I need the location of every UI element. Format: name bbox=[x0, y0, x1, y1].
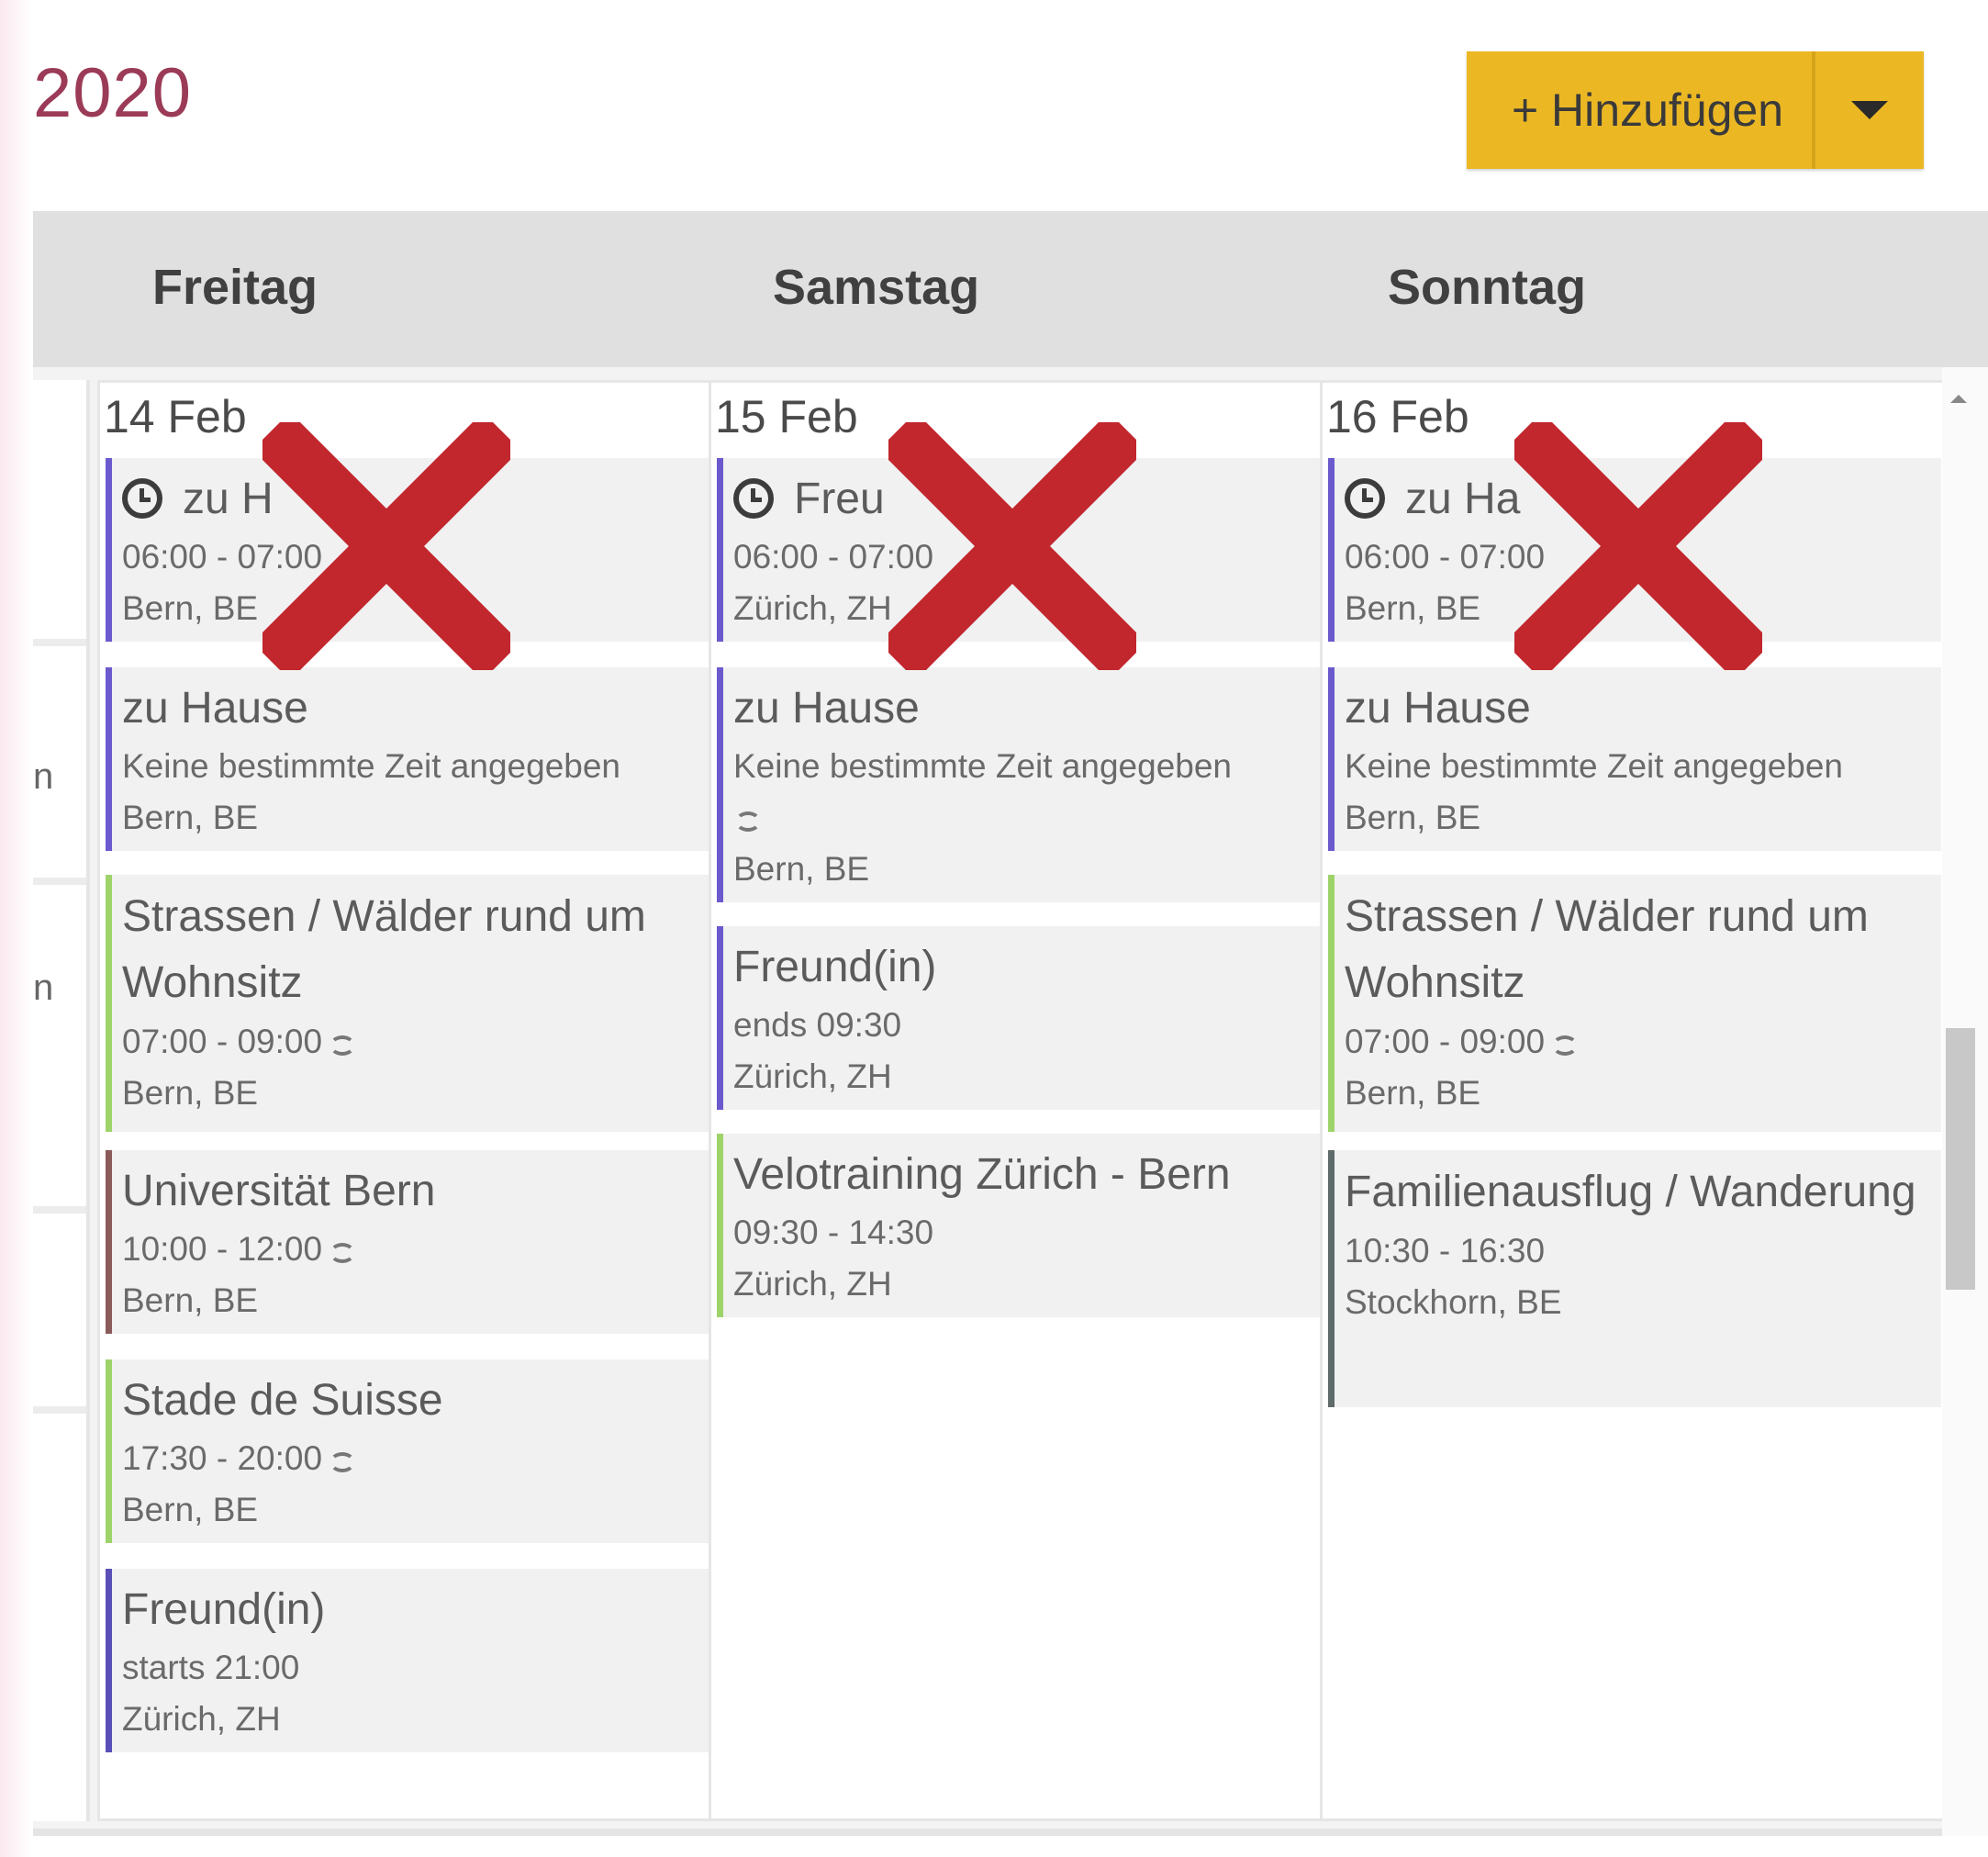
event-time: 09:30 - 14:30 bbox=[733, 1214, 934, 1251]
event-title: zu Hause bbox=[733, 684, 920, 733]
weekday-sunday: Sonntag bbox=[1388, 260, 1586, 315]
event-color-bar bbox=[106, 875, 112, 1132]
weekday-header-row: Freitag Samstag Sonntag bbox=[33, 211, 1988, 367]
event-time: ends 09:30 bbox=[733, 1006, 902, 1044]
event-color-bar bbox=[106, 1359, 112, 1543]
event-color-bar bbox=[717, 458, 723, 642]
stub-text: n bbox=[33, 756, 54, 797]
calendar-event[interactable]: Familienausflug / Wanderung 10:30 - 16:3… bbox=[1328, 1150, 1941, 1407]
event-place: Bern, BE bbox=[122, 1491, 259, 1528]
event-title: zu Hause bbox=[1345, 684, 1531, 733]
event-time: 07:00 - 09:00 bbox=[122, 1023, 323, 1060]
event-title: Familienausflug / Wanderung bbox=[1345, 1168, 1916, 1216]
caret-down-icon bbox=[1851, 101, 1888, 119]
thursday-column-partial: n n bbox=[33, 380, 90, 1821]
repeat-icon bbox=[735, 811, 761, 832]
repeat-icon bbox=[1552, 1035, 1579, 1056]
add-button-label[interactable]: + Hinzufügen bbox=[1467, 84, 1812, 137]
left-edge bbox=[0, 0, 33, 1857]
event-time: 10:30 - 16:30 bbox=[1345, 1232, 1546, 1270]
event-title: Stade de Suisse bbox=[122, 1376, 443, 1425]
weekday-friday: Freitag bbox=[152, 260, 318, 315]
calendar-event[interactable]: Freund(in) ends 09:30 Zürich, ZH bbox=[717, 926, 1330, 1110]
event-time: 17:30 - 20:00 bbox=[122, 1439, 323, 1477]
event-title: Freu bbox=[794, 475, 885, 523]
event-title: Strassen / Wälder rund um Wohnsitz bbox=[1345, 892, 1869, 1007]
event-title: zu Hause bbox=[122, 684, 308, 733]
calendar-event[interactable]: Velotraining Zürich - Bern 09:30 - 14:30… bbox=[717, 1134, 1330, 1317]
repeat-icon bbox=[329, 1243, 356, 1263]
event-title: Strassen / Wälder rund um Wohnsitz bbox=[122, 892, 646, 1007]
calendar-event[interactable]: Freund(in) starts 21:00 Zürich, ZH bbox=[106, 1569, 719, 1752]
stub-divider bbox=[33, 1206, 86, 1214]
event-color-bar bbox=[1328, 667, 1335, 851]
scroll-up-arrow-icon[interactable] bbox=[1950, 395, 1967, 403]
add-button[interactable]: + Hinzufügen bbox=[1467, 51, 1924, 169]
stub-divider bbox=[33, 639, 86, 646]
repeat-icon bbox=[329, 1452, 356, 1472]
event-place: Zürich, ZH bbox=[733, 1057, 892, 1095]
event-place: Zürich, ZH bbox=[122, 1700, 281, 1738]
event-time: 07:00 - 09:00 bbox=[1345, 1023, 1546, 1060]
clock-icon bbox=[733, 478, 774, 519]
event-title: Universität Bern bbox=[122, 1167, 436, 1215]
clock-icon bbox=[122, 478, 162, 519]
event-title: Freund(in) bbox=[733, 943, 937, 991]
clock-icon bbox=[1345, 478, 1385, 519]
event-place: Bern, BE bbox=[122, 1074, 259, 1112]
calendar-event[interactable]: Stade de Suisse 17:30 - 20:00 Bern, BE bbox=[106, 1359, 719, 1543]
event-place: Bern, BE bbox=[1345, 799, 1481, 836]
page-title: 2020 bbox=[33, 54, 193, 132]
repeat-icon bbox=[329, 1035, 356, 1056]
event-color-bar bbox=[1328, 875, 1335, 1132]
cross-mark-icon bbox=[888, 422, 1136, 670]
stub-divider bbox=[33, 878, 86, 885]
event-color-bar bbox=[106, 458, 112, 642]
event-time: starts 21:00 bbox=[122, 1649, 300, 1686]
event-title: Freund(in) bbox=[122, 1585, 326, 1634]
event-title: zu Ha bbox=[1405, 475, 1521, 523]
calendar-event[interactable]: zu Hause Keine bestimmte Zeit angegeben … bbox=[1328, 667, 1941, 851]
stub-divider bbox=[33, 1406, 86, 1414]
calendar-event[interactable]: Strassen / Wälder rund um Wohnsitz 07:00… bbox=[1328, 875, 1941, 1132]
date-label: 14 Feb bbox=[104, 391, 247, 442]
calendar-event[interactable]: Universität Bern 10:00 - 12:00 Bern, BE bbox=[106, 1150, 719, 1334]
add-dropdown-toggle[interactable] bbox=[1815, 51, 1924, 169]
event-time: Keine bestimmte Zeit angegeben bbox=[122, 747, 621, 785]
cross-mark-icon bbox=[262, 422, 510, 670]
event-place: Bern, BE bbox=[122, 799, 259, 836]
calendar-event[interactable]: zu Hause Keine bestimmte Zeit angegeben … bbox=[717, 667, 1330, 902]
event-title: Velotraining Zürich - Bern bbox=[733, 1150, 1231, 1199]
event-time: Keine bestimmte Zeit angegeben bbox=[733, 747, 1233, 785]
event-color-bar bbox=[1328, 458, 1335, 642]
event-time: 10:00 - 12:00 bbox=[122, 1230, 323, 1268]
event-time: Keine bestimmte Zeit angegeben bbox=[1345, 747, 1844, 785]
date-label: 16 Feb bbox=[1326, 391, 1469, 442]
event-place: Zürich, ZH bbox=[733, 1265, 892, 1303]
event-color-bar bbox=[717, 667, 723, 902]
event-color-bar bbox=[106, 1150, 112, 1334]
calendar-event[interactable]: Strassen / Wälder rund um Wohnsitz 07:00… bbox=[106, 875, 719, 1132]
event-color-bar bbox=[1328, 1150, 1335, 1407]
event-color-bar bbox=[717, 1134, 723, 1317]
stub-text: n bbox=[33, 968, 54, 1008]
calendar-event[interactable]: zu Hause Keine bestimmte Zeit angegeben … bbox=[106, 667, 719, 851]
event-place: Bern, BE bbox=[122, 1281, 259, 1319]
event-place: Bern, BE bbox=[733, 850, 870, 888]
event-color-bar bbox=[106, 1569, 112, 1752]
event-place: Bern, BE bbox=[1345, 1074, 1481, 1112]
event-title: zu H bbox=[183, 475, 274, 523]
weekday-saturday: Samstag bbox=[773, 260, 980, 315]
event-place: Stockhorn, BE bbox=[1345, 1283, 1562, 1321]
cross-mark-icon bbox=[1514, 422, 1762, 670]
date-label: 15 Feb bbox=[715, 391, 858, 442]
event-color-bar bbox=[106, 667, 112, 851]
event-color-bar bbox=[717, 926, 723, 1110]
scrollbar-thumb[interactable] bbox=[1946, 1028, 1975, 1290]
